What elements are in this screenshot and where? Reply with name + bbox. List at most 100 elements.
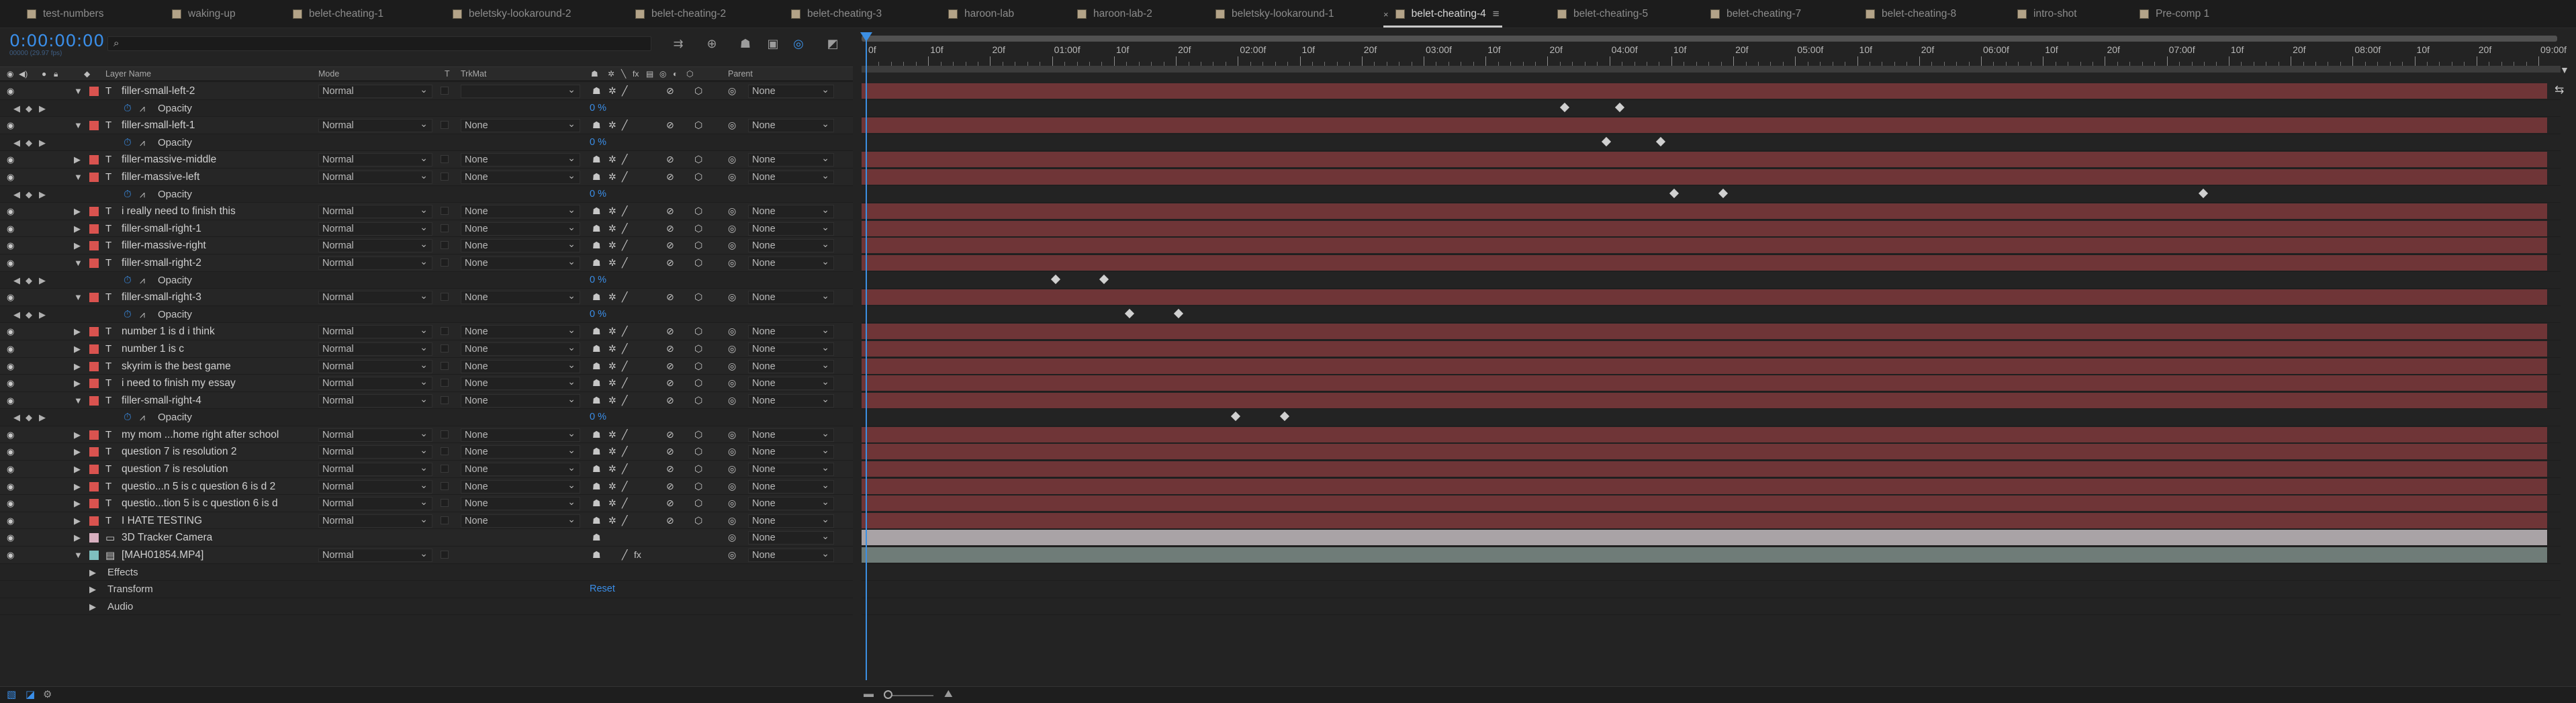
column-trkmat[interactable]: TrkMat: [461, 69, 486, 79]
shy-switch-icon[interactable]: ☗: [592, 291, 601, 303]
layer-name[interactable]: filler-small-right-1: [122, 223, 201, 235]
layer-search-input[interactable]: ⌕: [107, 36, 651, 51]
trkmat-dropdown[interactable]: None: [461, 427, 580, 442]
layer-row[interactable]: ◉ ▶ Tfiller-massive-middle Normal None ☗ ✲ ╱ ⊘ ⬡ ◎…: [0, 151, 853, 169]
parent-dropdown[interactable]: None: [748, 255, 834, 270]
parent-pickwhip-icon[interactable]: ◎: [728, 446, 736, 457]
zoom-out-icon[interactable]: ▬: [864, 688, 874, 700]
layer-track[interactable]: [862, 151, 2561, 169]
quality-switch-icon[interactable]: ╱: [622, 515, 627, 526]
layer-track[interactable]: [862, 169, 2561, 186]
parent-dropdown[interactable]: None: [748, 479, 834, 494]
mode-dropdown[interactable]: Normal: [318, 238, 432, 253]
parent-pickwhip-icon[interactable]: ◎: [728, 395, 736, 406]
shy-switch-icon[interactable]: ☗: [592, 223, 601, 234]
tab-4[interactable]: belet-cheating-2: [635, 4, 726, 24]
work-area-end-marker[interactable]: ▼: [2560, 64, 2569, 75]
parent-dropdown[interactable]: None: [748, 221, 834, 236]
preserve-transparency-checkbox[interactable]: [441, 155, 449, 164]
label-color-swatch[interactable]: [89, 207, 99, 217]
3d-switch-icon[interactable]: ⬡: [694, 343, 702, 355]
3d-switch-icon[interactable]: ⬡: [686, 69, 693, 79]
twirl-closed-icon[interactable]: ▶: [74, 361, 81, 372]
trkmat-dropdown[interactable]: None: [461, 375, 580, 391]
eye-icon[interactable]: ◉: [7, 69, 13, 79]
eye-icon[interactable]: ◉: [7, 292, 14, 303]
parent-dropdown[interactable]: None: [748, 444, 834, 459]
twirl-open-icon[interactable]: ▼: [74, 258, 83, 268]
parent-dropdown[interactable]: None: [748, 496, 834, 511]
twirl-closed-icon[interactable]: ▶: [74, 516, 81, 526]
trkmat-dropdown[interactable]: None: [461, 118, 580, 133]
collapse-switch-icon[interactable]: ✲: [608, 171, 616, 183]
preserve-transparency-checkbox[interactable]: [441, 258, 449, 267]
layer-row[interactable]: ◉ ▼ Tfiller-small-left-1 Normal None ☗ ✲ ╱ ⊘ ⬡ ◎ No…: [0, 117, 853, 134]
label-color-swatch[interactable]: [89, 293, 99, 303]
quality-switch-icon[interactable]: ╱: [622, 326, 627, 337]
graph-icon[interactable]: ⩘: [140, 412, 145, 423]
mode-dropdown[interactable]: Normal: [318, 359, 432, 373]
zoom-in-icon[interactable]: ⛰: [944, 688, 953, 700]
layer-name[interactable]: filler-small-left-2: [122, 85, 195, 97]
collapse-switch-icon[interactable]: ✲: [608, 481, 616, 492]
previous-keyframe-icon[interactable]: ◀: [13, 103, 20, 114]
quality-switch-icon[interactable]: ╱: [622, 446, 627, 457]
mode-dropdown[interactable]: Normal: [318, 341, 432, 356]
shy-switch-icon[interactable]: ☗: [592, 395, 601, 406]
work-area-bar[interactable]: [862, 36, 2557, 42]
motion-blur-switch-icon[interactable]: ⊘: [666, 291, 674, 303]
trkmat-dropdown[interactable]: None: [461, 393, 580, 408]
next-keyframe-icon[interactable]: ▶: [39, 412, 46, 423]
quality-switch-icon[interactable]: ╱: [622, 481, 627, 492]
eye-icon[interactable]: ◉: [7, 378, 14, 389]
parent-pickwhip-icon[interactable]: ◎: [728, 205, 736, 217]
twirl-closed-icon[interactable]: ▶: [74, 206, 81, 217]
property-value[interactable]: 0 %: [590, 309, 606, 320]
layer-track[interactable]: [862, 254, 2561, 272]
mode-dropdown[interactable]: Normal: [318, 479, 432, 494]
twirl-open-icon[interactable]: ▼: [74, 120, 83, 130]
layer-name[interactable]: 3D Tracker Camera: [122, 532, 212, 544]
layer-name[interactable]: filler-massive-right: [122, 240, 206, 252]
mode-dropdown[interactable]: Normal: [318, 169, 432, 184]
column-layer-name[interactable]: Layer Name: [105, 69, 151, 79]
layer-name[interactable]: skyrim is the best game: [122, 361, 231, 373]
3d-switch-icon[interactable]: ⬡: [694, 498, 702, 509]
label-color-swatch[interactable]: [89, 224, 99, 234]
3d-switch-icon[interactable]: ⬡: [694, 223, 702, 234]
next-keyframe-icon[interactable]: ▶: [39, 310, 46, 320]
eye-icon[interactable]: ◉: [7, 172, 14, 183]
layer-row[interactable]: ◉ ▶ Ti really need to finish this Normal Non…: [0, 203, 853, 220]
label-color-swatch[interactable]: [89, 395, 99, 406]
layer-name[interactable]: i need to finish my essay: [122, 377, 236, 389]
parent-pickwhip-icon[interactable]: ◎: [728, 240, 736, 251]
layer-name[interactable]: I HATE TESTING: [122, 515, 202, 527]
add-keyframe-icon[interactable]: ◆: [26, 412, 32, 423]
collapse-switch-icon[interactable]: ✲: [608, 205, 616, 217]
group-row[interactable]: ▶ Transform Reset: [0, 581, 853, 598]
stopwatch-icon[interactable]: ⏱: [124, 103, 132, 114]
add-keyframe-icon[interactable]: ◆: [26, 189, 32, 200]
stopwatch-icon[interactable]: ⏱: [124, 309, 132, 320]
keyframe[interactable]: [1173, 308, 1183, 318]
graph-icon[interactable]: ⩘: [140, 275, 145, 286]
motion-blur-switch-icon[interactable]: ⊘: [666, 429, 674, 440]
preserve-transparency-checkbox[interactable]: [441, 361, 449, 370]
layer-name[interactable]: number 1 is c: [122, 343, 184, 355]
shy-switch-icon[interactable]: ☗: [592, 257, 601, 269]
layer-name[interactable]: question 7 is resolution 2: [122, 446, 236, 458]
label-color-swatch[interactable]: [89, 121, 99, 131]
layer-track[interactable]: [862, 340, 2561, 358]
layer-duration-bar[interactable]: [862, 426, 2547, 442]
stopwatch-icon[interactable]: ⏱: [124, 275, 132, 286]
keyframe[interactable]: [1655, 136, 1665, 146]
label-color-swatch[interactable]: [89, 533, 99, 543]
quality-switch-icon[interactable]: ╱: [622, 377, 627, 389]
tab-11[interactable]: belet-cheating-7: [1710, 4, 1801, 24]
motion-blur-switch-icon[interactable]: ⊘: [666, 498, 674, 509]
layer-duration-bar[interactable]: [862, 340, 2547, 357]
quality-switch-icon[interactable]: ╱: [622, 120, 627, 131]
parent-dropdown[interactable]: None: [748, 118, 834, 133]
preserve-transparency-checkbox[interactable]: [441, 344, 449, 353]
preserve-transparency-checkbox[interactable]: [441, 465, 449, 473]
